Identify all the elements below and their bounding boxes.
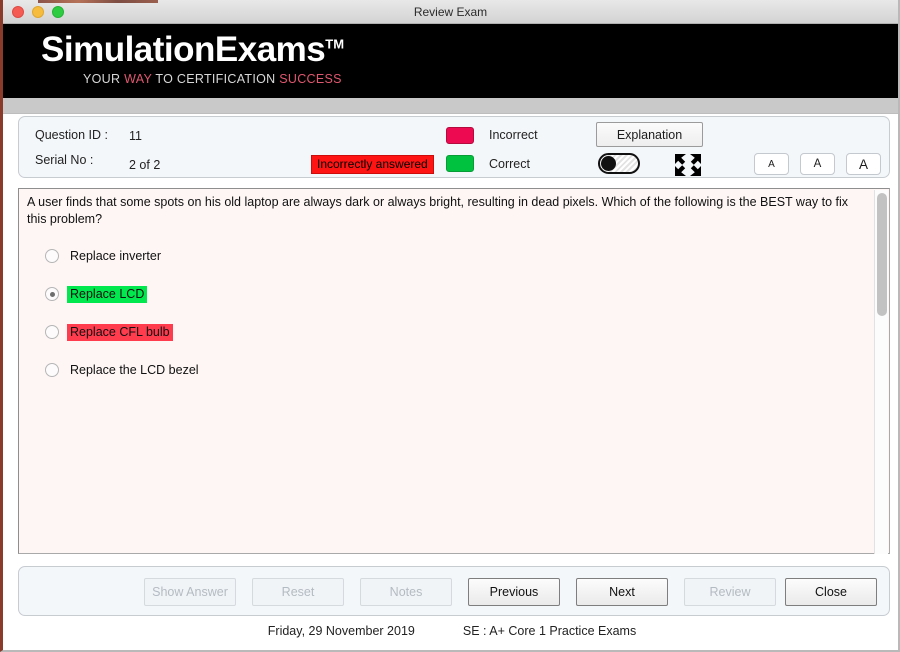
scrollbar-thumb[interactable] bbox=[877, 193, 887, 316]
answer-radio-1[interactable] bbox=[45, 287, 59, 301]
serial-no-value: 2 of 2 bbox=[129, 158, 161, 172]
footer-exam-name: SE : A+ Core 1 Practice Exams bbox=[462, 624, 637, 638]
answer-option-3[interactable]: Replace the LCD bezel bbox=[45, 351, 845, 389]
answer-option-1[interactable]: Replace LCD bbox=[45, 275, 845, 313]
answer-option-label-3: Replace the LCD bezel bbox=[70, 362, 199, 377]
answer-option-label-2: Replace CFL bulb bbox=[67, 323, 173, 341]
tagline-segment-4: SUCCESS bbox=[279, 72, 342, 86]
trademark-symbol: TM bbox=[325, 36, 345, 52]
answer-option-2[interactable]: Replace CFL bulb bbox=[45, 313, 845, 351]
window-title: Review Exam bbox=[413, 4, 488, 19]
question-id-value: 11 bbox=[129, 129, 142, 143]
explanation-button[interactable]: Explanation bbox=[596, 122, 703, 147]
tagline-segment-3: TO CERTIFICATION bbox=[151, 72, 280, 86]
show-answer-button: Show Answer bbox=[144, 578, 236, 606]
status-badge: Incorrectly answered bbox=[311, 155, 434, 174]
next-button[interactable]: Next bbox=[576, 578, 668, 606]
reset-button: Reset bbox=[252, 578, 344, 606]
brand-name: SimulationExams bbox=[41, 30, 326, 69]
brand-tagline: YOUR WAY TO CERTIFICATION SUCCESS bbox=[83, 72, 342, 86]
explanation-toggle[interactable] bbox=[598, 153, 640, 174]
review-button: Review bbox=[684, 578, 776, 606]
toggle-knob bbox=[601, 156, 616, 171]
legend-label-incorrect: Incorrect bbox=[489, 128, 538, 142]
question-text: A user finds that some spots on his old … bbox=[27, 195, 849, 226]
action-button-bar: Show Answer Reset Notes Previous Next Re… bbox=[18, 566, 890, 616]
notes-button: Notes bbox=[360, 578, 452, 606]
font-size-medium-button[interactable]: A bbox=[800, 153, 835, 175]
footer-date: Friday, 29 November 2019 bbox=[267, 624, 415, 638]
question-panel: A user finds that some spots on his old … bbox=[18, 188, 890, 554]
legend-swatch-correct bbox=[446, 155, 474, 172]
font-size-large-button[interactable]: A bbox=[846, 153, 881, 175]
previous-button[interactable]: Previous bbox=[468, 578, 560, 606]
fullscreen-icon[interactable] bbox=[673, 152, 703, 178]
banner-separator bbox=[3, 98, 898, 114]
titlebar-decoration bbox=[38, 0, 158, 3]
close-button[interactable]: Close bbox=[785, 578, 877, 606]
tagline-segment-2: WAY bbox=[124, 72, 152, 86]
brand-logo: SimulationExamsTM bbox=[41, 30, 344, 70]
answer-option-0[interactable]: Replace inverter bbox=[45, 237, 845, 275]
review-exam-window: Review Exam SimulationExamsTM YOUR WAY T… bbox=[0, 0, 900, 652]
brand-banner: SimulationExamsTM YOUR WAY TO CERTIFICAT… bbox=[3, 24, 898, 98]
question-scrollbar[interactable] bbox=[874, 190, 888, 554]
status-footer: Friday, 29 November 2019 SE : A+ Core 1 … bbox=[3, 624, 900, 638]
legend-label-correct: Correct bbox=[489, 157, 530, 171]
answer-radio-3[interactable] bbox=[45, 363, 59, 377]
window-titlebar: Review Exam bbox=[3, 0, 898, 24]
serial-no-label: Serial No : bbox=[35, 153, 94, 167]
question-info-panel: Question ID : 11 Serial No : 2 of 2 Inco… bbox=[18, 116, 890, 178]
answer-radio-2[interactable] bbox=[45, 325, 59, 339]
answer-option-label-1: Replace LCD bbox=[67, 285, 148, 303]
answer-options-list: Replace inverter Replace LCD Replace CFL b… bbox=[45, 237, 845, 389]
legend-swatch-incorrect bbox=[446, 127, 474, 144]
tagline-segment-1: YOUR bbox=[83, 72, 125, 86]
answer-radio-0[interactable] bbox=[45, 249, 59, 263]
answer-option-label-0: Replace inverter bbox=[70, 248, 162, 263]
font-size-small-button[interactable]: A bbox=[754, 153, 789, 175]
question-id-label: Question ID : bbox=[35, 128, 108, 142]
